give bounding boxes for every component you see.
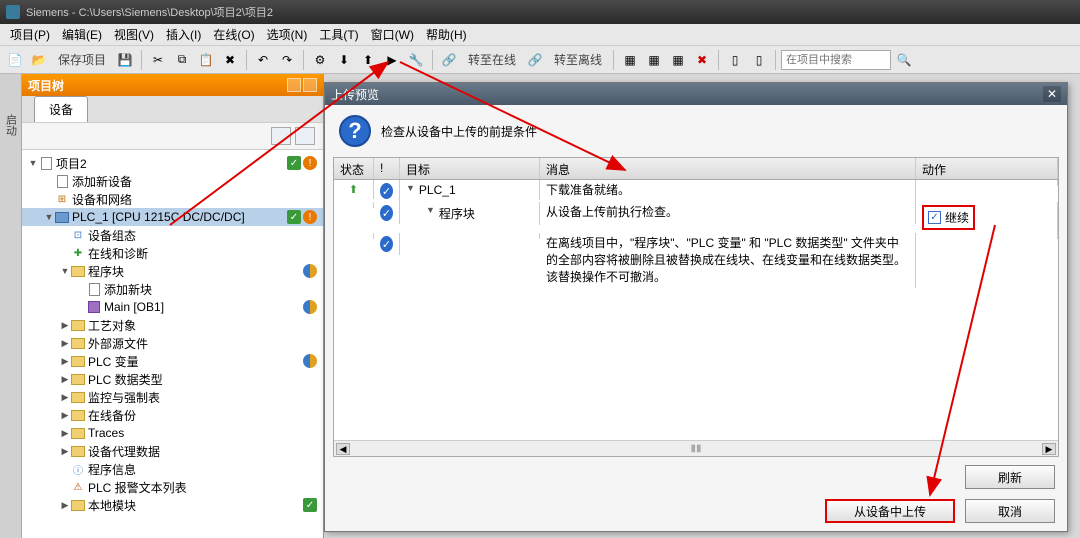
project-tree[interactable]: ▼项目2✓!添加新设备⊞设备和网络▼PLC_1 [CPU 1215C DC/DC… — [22, 150, 323, 538]
tree-row[interactable]: 添加新块 — [22, 280, 323, 298]
menu-item[interactable]: 窗口(W) — [365, 26, 420, 43]
upload-preview-dialog: 上传预览 ✕ ? 检查从设备中上传的前提条件 状态 ! 目标 消息 动作 ⬆✓▼… — [324, 82, 1068, 532]
refresh-button[interactable]: 刷新 — [965, 465, 1055, 489]
tree-row[interactable]: ⊞设备和网络 — [22, 190, 323, 208]
action-label: 继续 — [945, 209, 969, 226]
undo-icon[interactable]: ↶ — [252, 49, 274, 71]
tree-row[interactable]: 添加新设备 — [22, 172, 323, 190]
menu-item[interactable]: 选项(N) — [261, 26, 314, 43]
save-icon[interactable]: 💾 — [114, 49, 136, 71]
menu-bar[interactable]: 项目(P)编辑(E)视图(V)插入(I)在线(O)选项(N)工具(T)窗口(W)… — [0, 24, 1080, 46]
content-area: 上传预览 ✕ ? 检查从设备中上传的前提条件 状态 ! 目标 消息 动作 ⬆✓▼… — [324, 74, 1080, 538]
tab-devices[interactable]: 设备 — [34, 96, 88, 122]
col-msg[interactable]: 消息 — [540, 158, 916, 179]
tree-row[interactable]: ▶PLC 数据类型 — [22, 370, 323, 388]
tree-row[interactable]: ▼PLC_1 [CPU 1215C DC/DC/DC]✓! — [22, 208, 323, 226]
project-tree-title-bar: 项目树 — [22, 74, 323, 96]
tree-row[interactable]: ▶PLC 变量 — [22, 352, 323, 370]
panel-btn2-icon[interactable] — [303, 78, 317, 92]
dialog-row: ✓▼程序块从设备上传前执行检查。✓继续 — [334, 202, 1058, 233]
side-tab[interactable]: 启动 — [0, 74, 22, 538]
tree-row[interactable]: ⚠PLC 报警文本列表 — [22, 478, 323, 496]
open-icon[interactable]: 📂 — [28, 49, 50, 71]
tree-row[interactable]: ▶设备代理数据 — [22, 442, 323, 460]
tree-row[interactable]: Main [OB1] — [22, 298, 323, 316]
compile-icon[interactable]: ⚙ — [309, 49, 331, 71]
dialog-row: ✓在离线项目中，"程序块"、"PLC 变量" 和 "PLC 数据类型" 文件夹中… — [334, 233, 1058, 288]
tree-tb2-icon[interactable] — [295, 127, 315, 145]
stop-icon[interactable]: ✖ — [691, 49, 713, 71]
dialog-table: 状态 ! 目标 消息 动作 ⬆✓▼PLC_1下载准备就绪。✓▼程序块从设备上传前… — [333, 157, 1059, 457]
col-status[interactable]: 状态 — [334, 158, 374, 179]
menu-item[interactable]: 视图(V) — [108, 26, 160, 43]
tree-row[interactable]: ▶在线备份 — [22, 406, 323, 424]
tool-icon[interactable]: 🔧 — [405, 49, 427, 71]
col-target[interactable]: 目标 — [400, 158, 540, 179]
project-tree-title: 项目树 — [28, 77, 64, 94]
save-project-button[interactable]: 保存项目 — [52, 51, 112, 68]
tree-row[interactable]: ▶本地模块✓ — [22, 496, 323, 514]
dialog-title-bar[interactable]: 上传预览 ✕ — [325, 83, 1067, 105]
tb2-icon[interactable]: ▦ — [643, 49, 665, 71]
dialog-row: ⬆✓▼PLC_1下载准备就绪。 — [334, 180, 1058, 202]
dialog-title: 上传预览 — [331, 86, 379, 103]
tb1-icon[interactable]: ▦ — [619, 49, 641, 71]
tree-row[interactable]: ✚在线和诊断 — [22, 244, 323, 262]
unlink-icon[interactable]: 🔗 — [524, 49, 546, 71]
tree-row[interactable]: ▶外部源文件 — [22, 334, 323, 352]
redo-icon[interactable]: ↷ — [276, 49, 298, 71]
tree-row[interactable]: ▶监控与强制表 — [22, 388, 323, 406]
copy-icon[interactable]: ⧉ — [171, 49, 193, 71]
title-bar: Siemens - C:\Users\Siemens\Desktop\项目2\项… — [0, 0, 1080, 24]
window-title: Siemens - C:\Users\Siemens\Desktop\项目2\项… — [26, 4, 273, 20]
scroll-right-icon[interactable]: ▶ — [1042, 443, 1056, 455]
project-tree-panel: 项目树 设备 ▼项目2✓!添加新设备⊞设备和网络▼PLC_1 [CPU 1215… — [22, 74, 324, 538]
side-tab-label: 启动 — [3, 114, 19, 136]
menu-item[interactable]: 编辑(E) — [56, 26, 108, 43]
delete-icon[interactable]: ✖ — [219, 49, 241, 71]
sim-icon[interactable]: ▶ — [381, 49, 403, 71]
download-icon[interactable]: ⬇ — [333, 49, 355, 71]
layout2-icon[interactable]: ▯ — [748, 49, 770, 71]
panel-btn1-icon[interactable] — [287, 78, 301, 92]
new-icon[interactable]: 📄 — [4, 49, 26, 71]
tree-row[interactable]: ▼程序块 — [22, 262, 323, 280]
close-icon[interactable]: ✕ — [1043, 86, 1061, 102]
layout1-icon[interactable]: ▯ — [724, 49, 746, 71]
search-go-icon[interactable]: 🔍 — [893, 49, 915, 71]
tree-row[interactable]: ⓘ程序信息 — [22, 460, 323, 478]
cancel-button[interactable]: 取消 — [965, 499, 1055, 523]
tree-row[interactable]: ⊡设备组态 — [22, 226, 323, 244]
menu-item[interactable]: 工具(T) — [313, 26, 364, 43]
scroll-left-icon[interactable]: ◀ — [336, 443, 350, 455]
dialog-header-text: 检查从设备中上传的前提条件 — [381, 123, 537, 140]
col-bang[interactable]: ! — [374, 158, 400, 179]
menu-item[interactable]: 项目(P) — [4, 26, 56, 43]
go-offline-button[interactable]: 转至离线 — [548, 51, 608, 68]
col-action[interactable]: 动作 — [916, 158, 1058, 179]
link-icon[interactable]: 🔗 — [438, 49, 460, 71]
question-icon: ? — [339, 115, 371, 147]
tree-tb1-icon[interactable] — [271, 127, 291, 145]
tree-row[interactable]: ▶Traces — [22, 424, 323, 442]
tree-row[interactable]: ▶工艺对象 — [22, 316, 323, 334]
paste-icon[interactable]: 📋 — [195, 49, 217, 71]
tree-row-root[interactable]: ▼项目2✓! — [22, 154, 323, 172]
menu-item[interactable]: 插入(I) — [160, 26, 207, 43]
menu-item[interactable]: 在线(O) — [207, 26, 260, 43]
tool-bar: 📄 📂 保存项目 💾 ✂ ⧉ 📋 ✖ ↶ ↷ ⚙ ⬇ ⬆ ▶ 🔧 🔗 转至在线 … — [0, 46, 1080, 74]
go-online-button[interactable]: 转至在线 — [462, 51, 522, 68]
upload-from-device-button[interactable]: 从设备中上传 — [825, 499, 955, 523]
action-checkbox[interactable]: ✓ — [928, 211, 941, 224]
cut-icon[interactable]: ✂ — [147, 49, 169, 71]
menu-item[interactable]: 帮助(H) — [420, 26, 473, 43]
upload-icon[interactable]: ⬆ — [357, 49, 379, 71]
search-input[interactable] — [781, 50, 891, 70]
tb3-icon[interactable]: ▦ — [667, 49, 689, 71]
app-logo-icon — [6, 5, 20, 19]
